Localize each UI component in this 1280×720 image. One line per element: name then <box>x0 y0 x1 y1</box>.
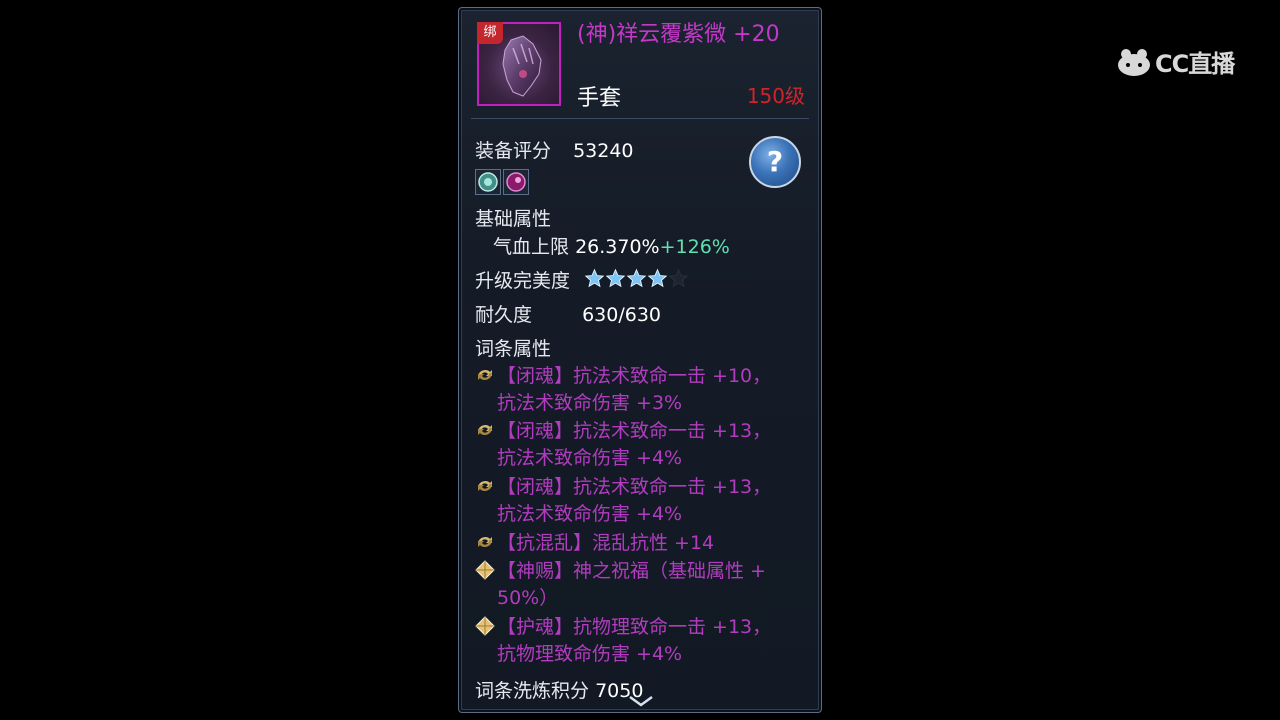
durability-value: 630/630 <box>582 304 661 326</box>
bind-badge: 绑 <box>477 22 503 44</box>
cyan-gem-icon <box>478 172 498 192</box>
affix-item: 【闭魂】抗法术致命一击 +10， 抗法术致命伤害 +3% <box>475 363 805 417</box>
affix-line-1: 【闭魂】抗法术致命一击 +10， <box>497 365 772 387</box>
cc-live-logo: CC直播 <box>1117 44 1235 79</box>
chevron-down-icon[interactable] <box>627 694 655 708</box>
star-empty-icon <box>668 268 689 288</box>
star-filled-icon <box>647 268 668 288</box>
refine-row: 词条洗炼积分 7050 <box>475 676 643 703</box>
item-level: 150级 <box>746 84 805 108</box>
affix-line-1: 【闭魂】抗法术致命一击 +13， <box>497 476 772 498</box>
watermark-text: CC直播 <box>1155 50 1235 78</box>
affix-line-2: 50%） <box>497 587 559 609</box>
affix-line-2: 抗法术致命伤害 +3% <box>497 392 683 414</box>
score-label: 装备评分 <box>475 140 552 162</box>
diamond-icon <box>475 616 495 636</box>
glove-icon <box>502 35 542 97</box>
swirl-icon <box>478 480 492 492</box>
diamond-icon <box>475 560 495 580</box>
base-stat-row: 气血上限 26.370%+126% <box>493 232 730 259</box>
star-filled-icon <box>605 268 626 288</box>
base-stat-bonus: +126% <box>659 236 730 258</box>
item-icon: 绑 <box>477 22 561 106</box>
perfection-stars <box>584 268 689 294</box>
header-divider <box>471 118 809 119</box>
item-header: 绑 (神)祥云覆紫微 +20 手套 150级 <box>459 8 821 120</box>
help-button[interactable]: ? <box>749 136 801 188</box>
durability-label: 耐久度 <box>475 304 533 326</box>
cc-mascot-icon <box>1118 48 1150 76</box>
affix-heading: 词条属性 <box>475 338 552 360</box>
score-value: 53240 <box>573 140 634 162</box>
affix-item: 【护魂】抗物理致命一击 +13， 抗物理致命伤害 +4% <box>475 614 805 668</box>
perfection-row: 升级完美度 <box>475 266 689 294</box>
affix-line-1: 【闭魂】抗法术致命一击 +13， <box>497 420 772 442</box>
score-row: 装备评分 53240 <box>475 136 634 163</box>
item-tooltip-panel: 绑 (神)祥云覆紫微 +20 手套 150级 装备评分 53240 ? 基础属性… <box>458 7 822 713</box>
affix-line-1: 【护魂】抗物理致命一击 +13， <box>497 616 772 638</box>
durability-row: 耐久度 630/630 <box>475 300 661 327</box>
affix-line-1: 【抗混乱】混乱抗性 +14 <box>497 532 715 554</box>
star-filled-icon <box>584 268 605 288</box>
affix-line-1: 【神赐】神之祝福（基础属性 + <box>497 560 766 582</box>
item-type: 手套 <box>577 86 622 111</box>
magenta-gem-icon <box>506 172 526 192</box>
affix-item: 【闭魂】抗法术致命一击 +13， 抗法术致命伤害 +4% <box>475 418 805 472</box>
refine-label: 词条洗炼积分 <box>475 680 590 702</box>
base-attr-heading: 基础属性 <box>475 208 552 230</box>
swirl-icon <box>478 369 492 381</box>
perfection-label: 升级完美度 <box>475 270 571 292</box>
swirl-icon <box>478 424 492 436</box>
swirl-icon <box>478 536 492 548</box>
affix-item: 【神赐】神之祝福（基础属性 + 50%） <box>475 558 805 612</box>
gem-slot-2[interactable] <box>503 169 529 195</box>
affix-item: 【抗混乱】混乱抗性 +14 <box>475 530 805 557</box>
affix-line-2: 抗法术致命伤害 +4% <box>497 503 683 525</box>
base-stat-name: 气血上限 <box>493 236 570 258</box>
affix-line-2: 抗物理致命伤害 +4% <box>497 643 683 665</box>
affix-line-2: 抗法术致命伤害 +4% <box>497 447 683 469</box>
star-filled-icon <box>626 268 647 288</box>
affix-item: 【闭魂】抗法术致命一击 +13， 抗法术致命伤害 +4% <box>475 474 805 528</box>
item-name: (神)祥云覆紫微 +20 <box>577 22 780 47</box>
gem-slot-1[interactable] <box>475 169 501 195</box>
base-stat-value: 26.370% <box>575 236 660 258</box>
